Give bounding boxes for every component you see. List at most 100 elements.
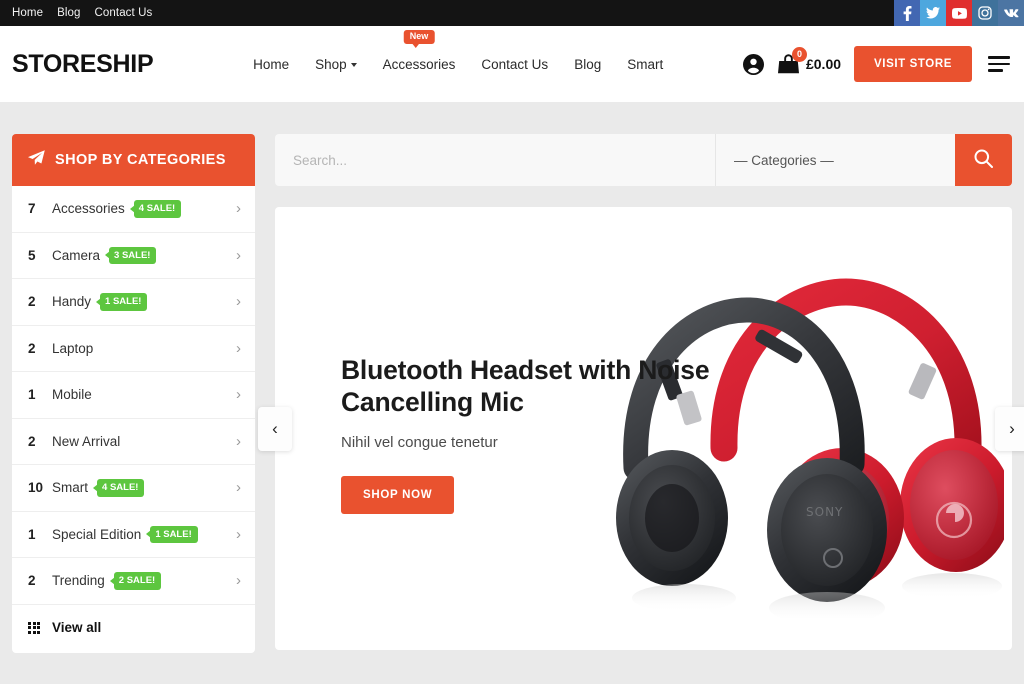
hero-title: Bluetooth Headset with Noise Cancelling … xyxy=(341,355,710,417)
category-row-view-all[interactable]: View all xyxy=(12,605,255,652)
sale-badge: 1 SALE! xyxy=(100,293,148,311)
chevron-right-icon: › xyxy=(236,293,241,311)
chevron-right-icon: › xyxy=(1009,418,1015,438)
hamburger-bar xyxy=(988,56,1010,59)
category-count: 1 xyxy=(28,526,36,542)
category-count: 1 xyxy=(28,387,36,403)
nav-item-home[interactable]: Home xyxy=(253,57,289,72)
hero-carousel: SONY Bluetooth Headset with Noise Cancel… xyxy=(258,207,1024,650)
hero-text-block: Bluetooth Headset with Noise Cancelling … xyxy=(341,355,711,514)
carousel-next-button[interactable]: › xyxy=(995,406,1024,451)
chevron-right-icon: › xyxy=(236,386,241,404)
chevron-left-icon: ‹ xyxy=(272,418,278,438)
shopping-bag-icon[interactable]: 0 xyxy=(777,47,807,74)
youtube-icon[interactable] xyxy=(946,0,972,26)
hamburger-bar xyxy=(988,62,1010,66)
chevron-right-icon: › xyxy=(236,479,241,497)
user-circle-icon[interactable] xyxy=(742,53,764,75)
new-badge: New xyxy=(403,29,435,48)
topbar-link-home[interactable]: Home xyxy=(12,7,43,19)
site-logo[interactable]: STORESHIP xyxy=(12,50,154,79)
main-navigation: Home Shop New Accessories Contact Us Blo… xyxy=(173,29,743,72)
category-row-laptop[interactable]: 2 Laptop › xyxy=(12,326,255,372)
hero-slide: SONY Bluetooth Headset with Noise Cancel… xyxy=(275,207,1012,650)
svg-text:SONY: SONY xyxy=(806,505,843,519)
sale-badge: 4 SALE! xyxy=(97,479,145,497)
chevron-right-icon: › xyxy=(236,246,241,264)
category-select[interactable]: — Categories — xyxy=(715,134,955,186)
hamburger-menu-icon[interactable] xyxy=(988,54,1010,74)
visit-store-button[interactable]: VISIT STORE xyxy=(854,46,972,82)
cart-summary[interactable]: 0 £0.00 xyxy=(777,47,842,74)
sale-badge: 3 SALE! xyxy=(109,246,157,264)
top-bar-links: Home Blog Contact Us xyxy=(12,7,152,19)
cart-count-badge: 0 xyxy=(791,47,807,62)
vk-icon[interactable] xyxy=(998,0,1024,26)
category-count: 10 xyxy=(28,480,44,496)
category-row-accessories[interactable]: 7 Accessories 4 SALE! › xyxy=(12,186,255,233)
chevron-right-icon: › xyxy=(236,525,241,543)
category-count: 7 xyxy=(28,201,36,217)
page-body: SHOP BY CATEGORIES 7 Accessories 4 SALE!… xyxy=(0,102,1024,653)
category-name: New Arrival xyxy=(52,433,121,449)
search-button[interactable] xyxy=(955,134,1012,186)
category-row-special-edition[interactable]: 1 Special Edition 1 SALE! › xyxy=(12,512,255,558)
shop-now-button[interactable]: SHOP NOW xyxy=(341,475,455,514)
category-name: Accessories xyxy=(52,201,125,217)
category-row-smart[interactable]: 10 Smart 4 SALE! › xyxy=(12,465,255,512)
nav-label-blog: Blog xyxy=(574,56,602,72)
nav-label-contact-us: Contact Us xyxy=(481,56,549,72)
category-row-new-arrival[interactable]: 2 New Arrival › xyxy=(12,419,255,465)
hero-subtitle: Nihil vel congue tenetur xyxy=(341,433,498,451)
topbar-link-contact-us[interactable]: Contact Us xyxy=(95,7,153,19)
category-name: Trending xyxy=(52,573,105,589)
category-count: 2 xyxy=(28,294,36,310)
cart-total: £0.00 xyxy=(805,56,842,72)
category-row-trending[interactable]: 2 Trending 2 SALE! › xyxy=(12,558,255,605)
top-bar: Home Blog Contact Us xyxy=(0,0,1024,26)
category-name: Special Edition xyxy=(52,526,142,542)
nav-label-smart: Smart xyxy=(627,56,664,72)
category-row-handy[interactable]: 2 Handy 1 SALE! › xyxy=(12,279,255,326)
nav-label-home: Home xyxy=(253,56,290,72)
social-links xyxy=(894,0,1024,26)
paper-plane-icon xyxy=(28,150,45,170)
category-name: Smart xyxy=(52,480,89,496)
instagram-icon[interactable] xyxy=(972,0,998,26)
search-icon xyxy=(974,149,993,171)
topbar-link-blog[interactable]: Blog xyxy=(57,7,80,19)
product-search-bar: — Categories — xyxy=(275,134,1012,186)
sale-badge: 4 SALE! xyxy=(133,200,182,218)
header-actions: 0 £0.00 VISIT STORE xyxy=(742,46,1010,82)
nav-item-accessories[interactable]: New Accessories xyxy=(382,29,456,72)
twitter-icon[interactable] xyxy=(920,0,946,26)
facebook-icon[interactable] xyxy=(894,0,920,26)
chevron-down-icon xyxy=(350,63,357,67)
nav-item-contact-us[interactable]: Contact Us xyxy=(481,57,548,72)
category-count: 2 xyxy=(28,573,36,589)
nav-item-smart[interactable]: Smart xyxy=(627,57,663,72)
category-count: 2 xyxy=(28,340,36,356)
nav-item-shop[interactable]: Shop xyxy=(315,57,357,72)
category-name: Camera xyxy=(52,247,101,263)
carousel-prev-button[interactable]: ‹ xyxy=(258,406,292,451)
category-count: 2 xyxy=(28,433,36,449)
chevron-right-icon: › xyxy=(236,339,241,357)
category-list: 7 Accessories 4 SALE! › 5 Camera 3 SALE!… xyxy=(12,186,255,653)
category-select-value: — Categories — xyxy=(734,152,834,168)
search-input[interactable] xyxy=(275,134,715,186)
nav-label-accessories: Accessories xyxy=(382,56,456,72)
category-name: Mobile xyxy=(52,387,92,403)
chevron-right-icon: › xyxy=(236,572,241,590)
view-all-label: View all xyxy=(52,620,102,636)
hamburger-bar xyxy=(988,69,1003,72)
category-row-camera[interactable]: 5 Camera 3 SALE! › xyxy=(12,233,255,279)
category-row-mobile[interactable]: 1 Mobile › xyxy=(12,372,255,419)
nav-item-blog[interactable]: Blog xyxy=(574,57,601,72)
grid-icon xyxy=(28,621,42,634)
category-sidebar: SHOP BY CATEGORIES 7 Accessories 4 SALE!… xyxy=(12,134,255,653)
sale-badge: 2 SALE! xyxy=(113,572,162,590)
category-name: Handy xyxy=(52,294,92,310)
category-count: 5 xyxy=(28,247,36,263)
main-content: — Categories — xyxy=(258,134,1024,653)
